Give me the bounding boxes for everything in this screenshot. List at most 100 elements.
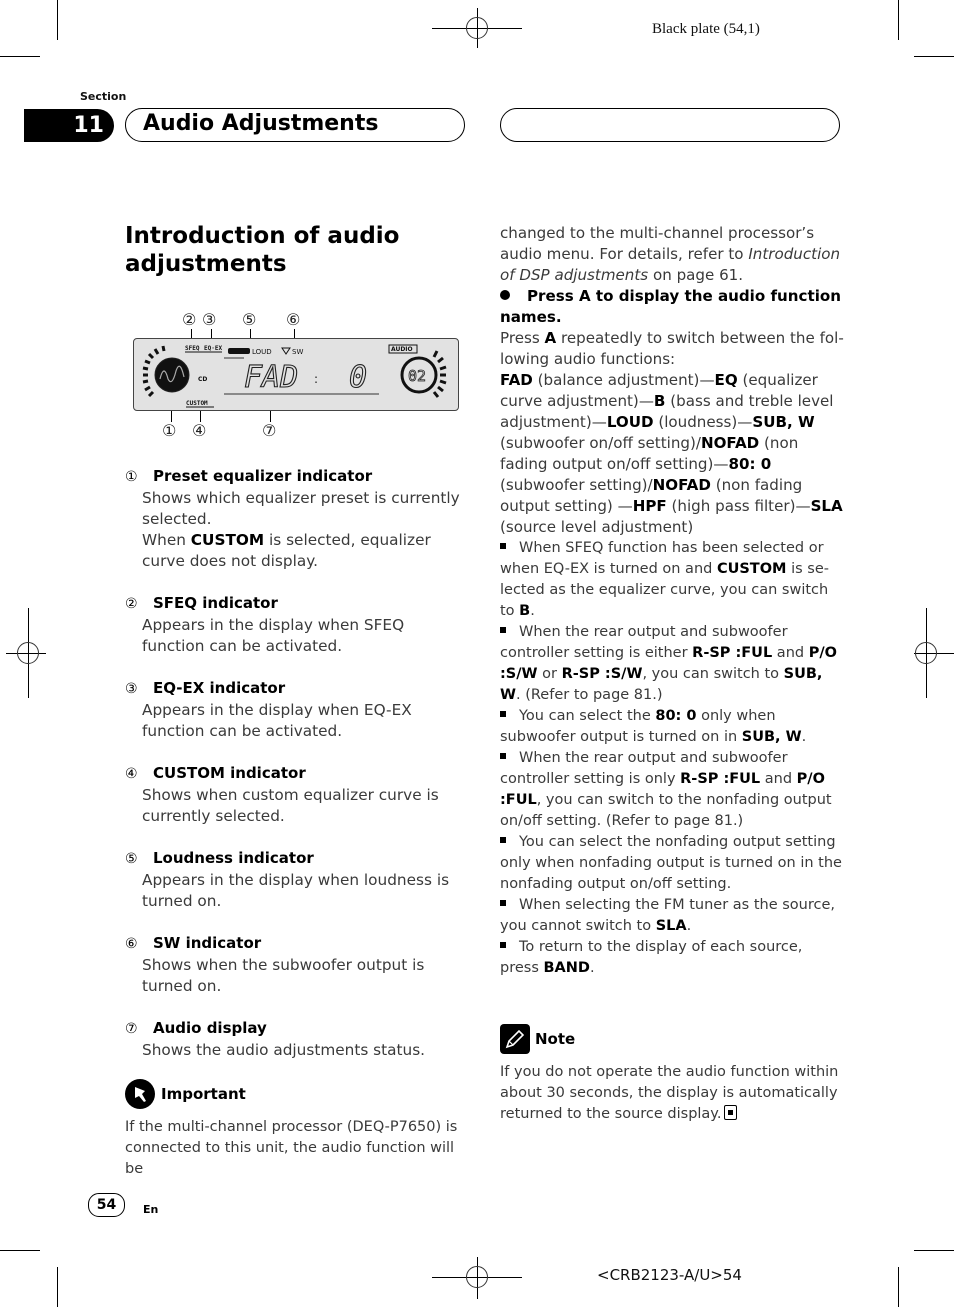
- item-number: ③: [125, 681, 138, 697]
- square-bullet-icon: [500, 711, 506, 717]
- callout-4: ④: [192, 421, 207, 440]
- bullet-keyword: B: [519, 603, 531, 619]
- sw-indicator: SW: [292, 348, 303, 356]
- list-item: ③ EQ-EX indicator Appears in the display …: [125, 678, 470, 742]
- loudness-icon: [228, 348, 250, 354]
- crop-mark: [57, 0, 58, 40]
- bullet-dot-icon: [500, 290, 510, 300]
- function-key: SLA: [810, 497, 843, 515]
- function-key: LOUD: [606, 413, 654, 431]
- function-key: 80: 0: [728, 455, 772, 473]
- custom-indicator: CUSTOM: [186, 400, 208, 407]
- crop-mark: [0, 56, 40, 57]
- square-bullet-icon: [500, 900, 506, 906]
- end-mark-icon: [724, 1105, 738, 1120]
- lcd-value: 0: [349, 360, 367, 395]
- pushpin-icon: [125, 1079, 155, 1109]
- page-title: Introduction of audio adjustments: [125, 223, 400, 277]
- item-body: Appears in the display when SFEQ functio…: [142, 616, 405, 655]
- bullet-keyword: R-SP :FUL: [692, 645, 773, 661]
- function-desc: (high pass filter)—: [666, 497, 811, 515]
- list-item: ② SFEQ indicator Appears in the display w…: [125, 593, 470, 657]
- note-body: If you do not operate the audio function…: [500, 1064, 839, 1122]
- item-body: Appears in the display when EQ-EX functi…: [142, 701, 412, 740]
- function-key: FAD: [500, 371, 533, 389]
- audio-function-sequence: FAD (balance adjustment)—EQ (equalizer c…: [500, 370, 845, 538]
- lcd-main-text: FAD: [244, 360, 298, 395]
- disc-number: 02: [408, 367, 426, 385]
- header-empty-frame: [500, 108, 840, 142]
- section-number: 11: [24, 109, 114, 142]
- bullet-text: You can select the nonfading output sett…: [500, 834, 842, 892]
- document-code: <CRB2123-A/U>54: [597, 1266, 742, 1284]
- important-continued: changed to the multi-channel processor’s…: [500, 223, 845, 286]
- bullet-note: You can select the 80: 0 only when subwo…: [500, 706, 845, 748]
- callout-2: ②: [182, 310, 197, 329]
- bullet-keyword: 80: 0: [655, 708, 697, 724]
- callout-6: ⑥: [286, 310, 301, 329]
- item-number: ④: [125, 766, 138, 782]
- registration-mark: [17, 642, 39, 664]
- sfeq-indicator: SFEQ: [185, 345, 200, 352]
- step-intro-key: A: [544, 329, 557, 347]
- crop-mark: [914, 56, 954, 57]
- square-bullet-icon: [500, 942, 506, 948]
- important-text: If the multi-channel processor (DEQ-P765…: [125, 1119, 458, 1177]
- important-text-cont: on page 61.: [648, 266, 744, 284]
- bullet-text: .: [801, 729, 807, 745]
- item-title: SW indicator: [153, 934, 262, 952]
- list-item: ① Preset equalizer indicator Shows which …: [125, 466, 470, 572]
- function-desc: (source level ad­justment): [500, 518, 694, 536]
- bullet-text: . (Refer to page 81.): [516, 687, 663, 703]
- crop-mark: [914, 1250, 954, 1251]
- bullet-note: You can select the nonfading output sett…: [500, 832, 845, 895]
- function-key: NOFAD: [700, 434, 760, 452]
- function-desc: (balance adjustment)—: [532, 371, 715, 389]
- bullet-text: and: [760, 771, 797, 787]
- item-body: Shows when custom equalizer curve is cur…: [142, 786, 439, 825]
- sw-icon: [281, 347, 291, 355]
- lcd-display: SFEQ EQ·EX LOUD SW CD CUSTOM FAD : 0 AUD…: [133, 338, 459, 411]
- crop-mark: [898, 0, 899, 40]
- plate-label: Black plate (54,1): [652, 21, 760, 37]
- callout-5: ⑤: [242, 310, 257, 329]
- item-title: Preset equalizer indicator: [153, 467, 373, 485]
- bullet-text: or: [537, 666, 562, 682]
- item-number: ⑦: [125, 1021, 138, 1037]
- function-desc: (subwoofer on/off setting)/: [500, 434, 701, 452]
- callout-7: ⑦: [262, 421, 277, 440]
- bullet-note: When SFEQ function has been selected or …: [500, 538, 845, 622]
- callout-1: ①: [162, 421, 177, 440]
- audio-indicator: AUDIO: [391, 346, 413, 353]
- item-number: ①: [125, 469, 138, 485]
- registration-mark: [466, 1266, 488, 1288]
- note-label: Note: [535, 1029, 576, 1048]
- square-bullet-icon: [500, 543, 506, 549]
- bullet-keyword: BAND: [543, 960, 590, 976]
- bullet-note: When selecting the FM tuner as the sourc…: [500, 895, 845, 937]
- eq-dial: [142, 345, 190, 398]
- item-body: Appears in the display when loudness is …: [142, 871, 450, 910]
- bullet-text: .: [686, 918, 692, 934]
- item-body-text: When: [142, 531, 191, 549]
- crop-mark: [898, 1267, 899, 1307]
- item-title: SFEQ indicator: [153, 594, 278, 612]
- bullet-text: .: [530, 603, 535, 619]
- function-key: EQ: [714, 371, 738, 389]
- bullet-keyword: R-SP :FUL: [680, 771, 761, 787]
- item-number: ⑥: [125, 936, 138, 952]
- bullet-text: You can select the: [519, 708, 656, 724]
- bullet-keyword: SUB, W: [741, 729, 802, 745]
- step-intro-text: Press: [500, 329, 545, 347]
- item-title: Audio display: [153, 1019, 267, 1037]
- bullet-keyword: CUSTOM: [716, 561, 787, 577]
- important-label: Important: [161, 1084, 246, 1103]
- function-desc: (subwoofer set­ting)/: [500, 476, 653, 494]
- square-bullet-icon: [500, 627, 506, 633]
- list-item: ④ CUSTOM indicator Shows when custom equa…: [125, 763, 470, 827]
- step-heading-text: Press A to display the audio function na…: [500, 287, 841, 326]
- item-body-keyword: CUSTOM: [190, 531, 265, 549]
- loud-indicator: LOUD: [252, 348, 272, 356]
- item-title: CUSTOM indicator: [153, 764, 306, 782]
- item-body: Shows which equalizer preset is currentl…: [142, 489, 460, 528]
